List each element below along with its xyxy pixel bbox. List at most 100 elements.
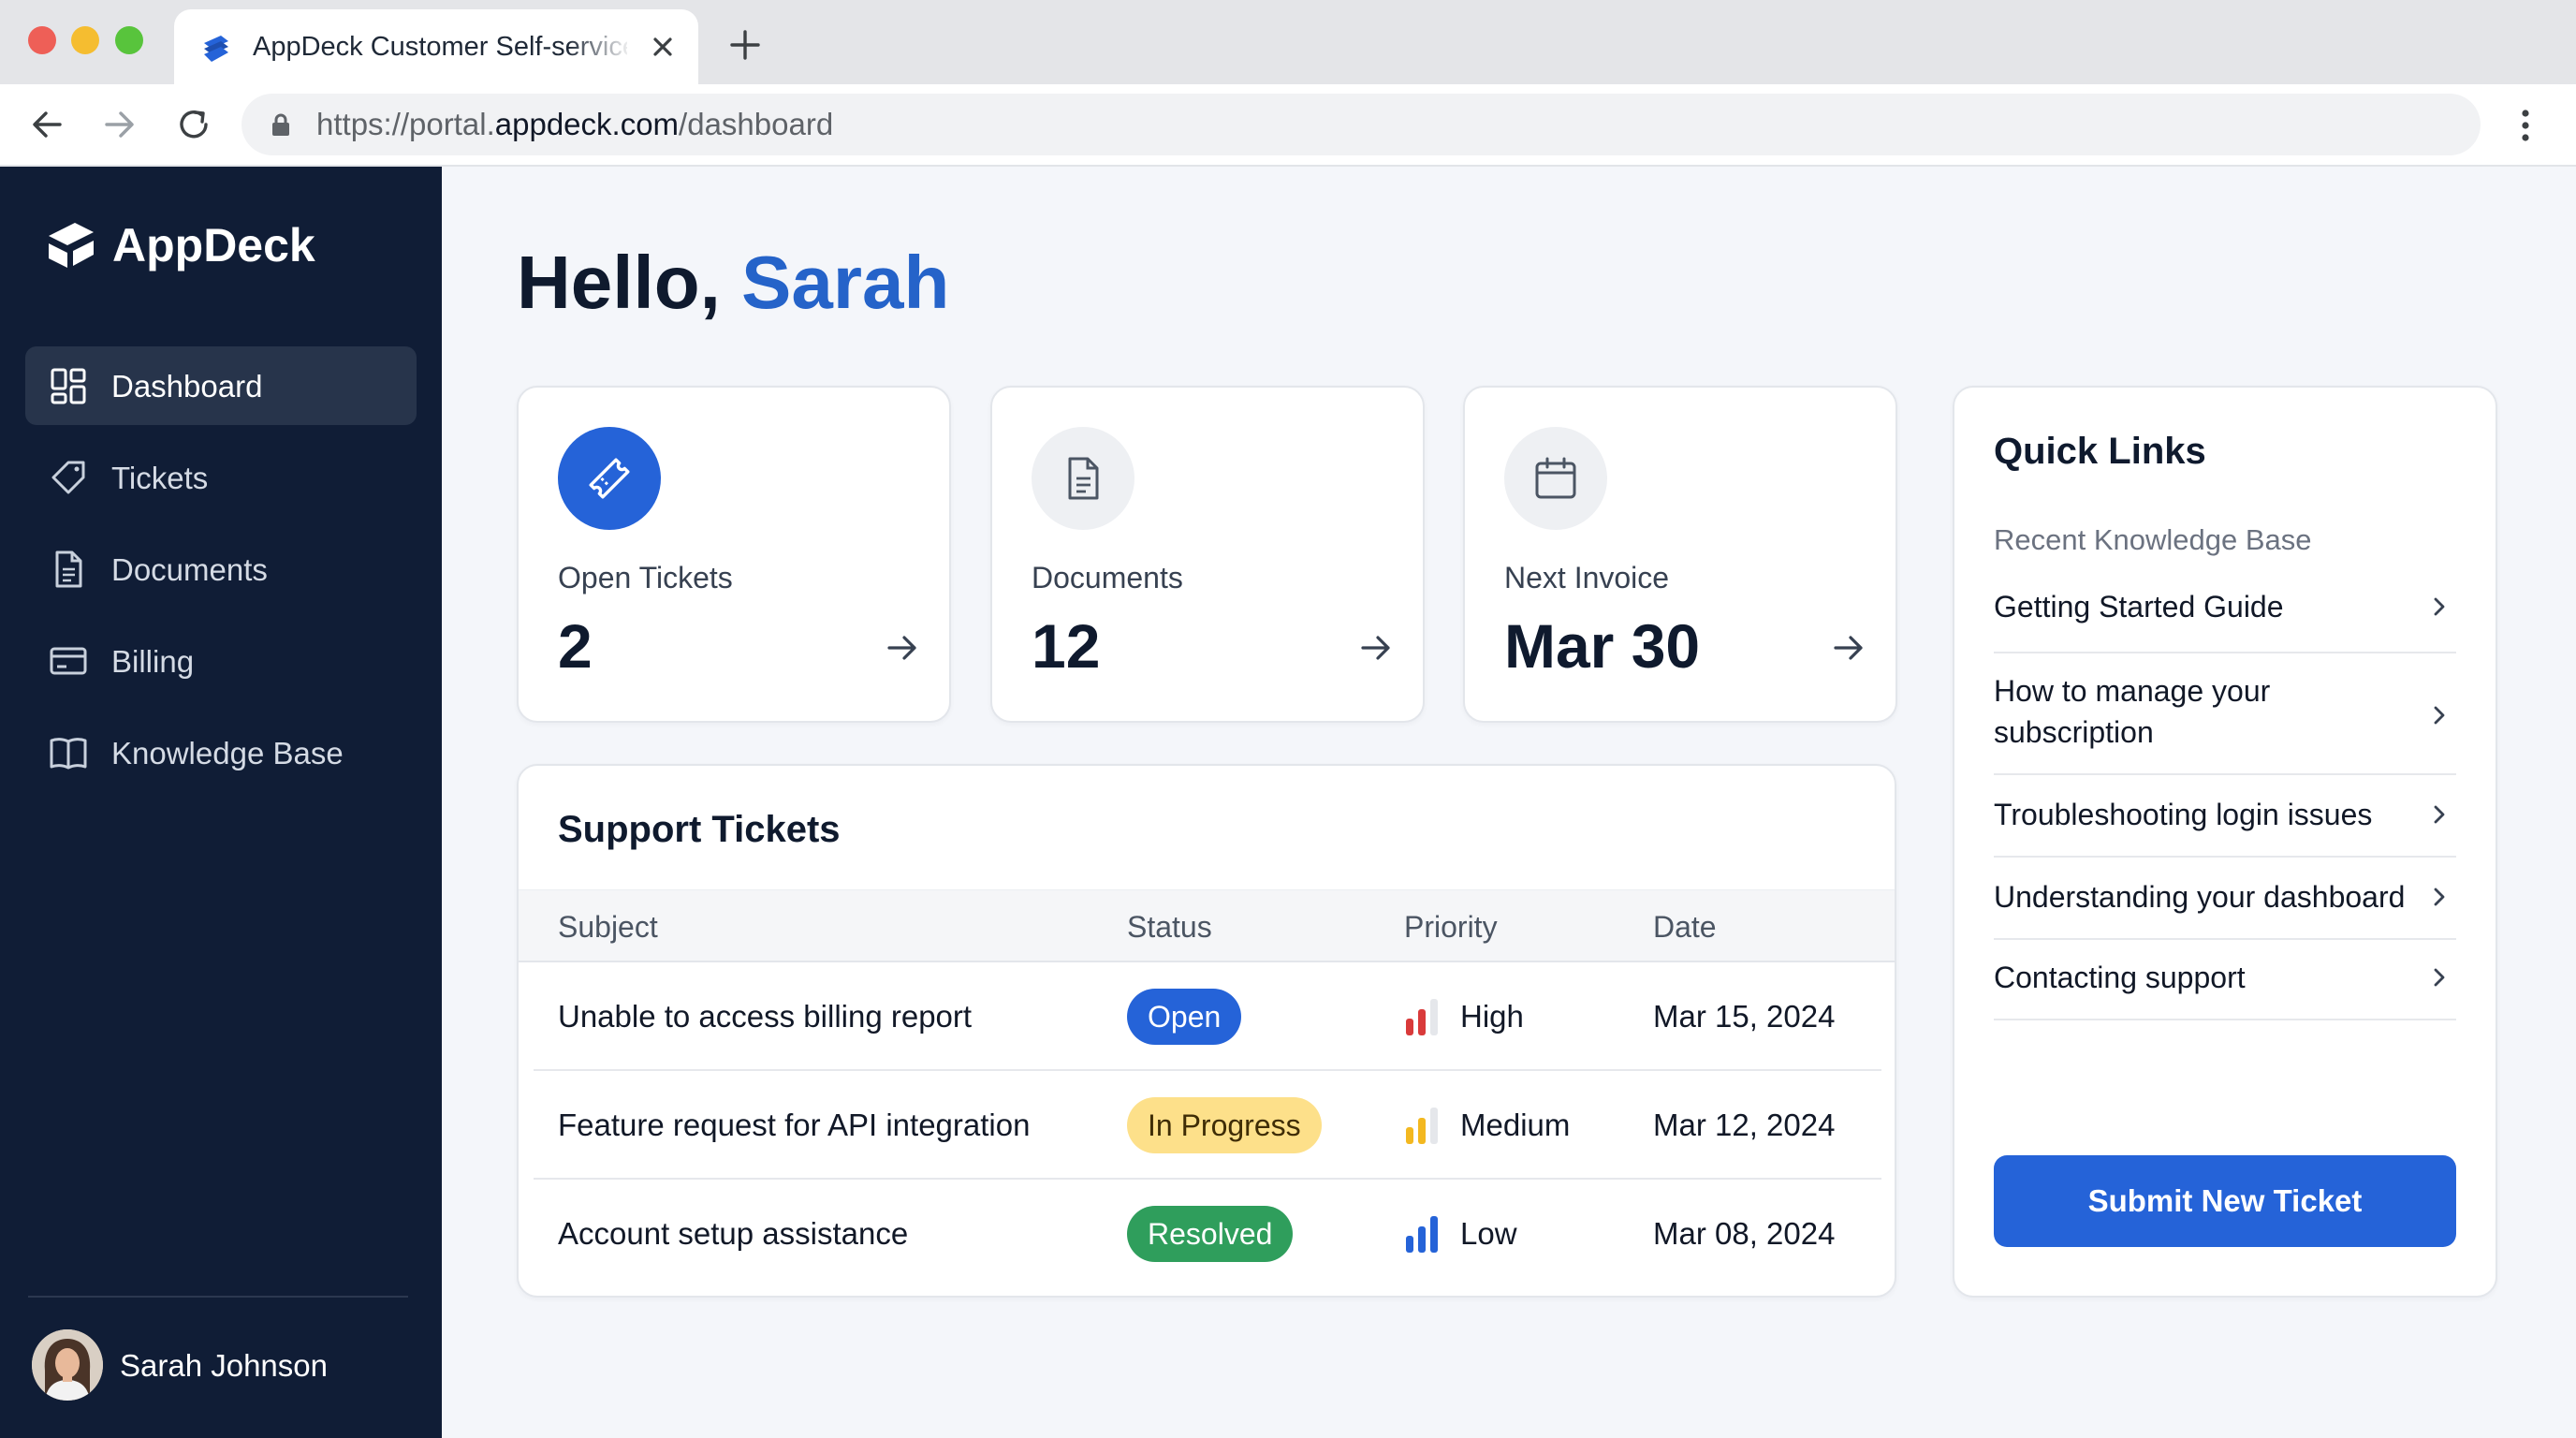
priority-label: Low (1460, 1216, 1517, 1251)
reload-icon[interactable] (172, 103, 215, 146)
sidebar-item-label: Dashboard (111, 369, 263, 404)
browser-tab[interactable]: AppDeck Customer Self-service Portal (174, 9, 698, 84)
open-tickets-card[interactable]: Open Tickets 2 (517, 386, 951, 723)
chevron-right-icon (2434, 968, 2445, 987)
priority-low-icon (1406, 1216, 1438, 1253)
priority-medium-icon (1406, 1108, 1438, 1144)
sidebar-item-knowledge-base[interactable]: Knowledge Base (25, 713, 417, 792)
column-header-subject[interactable]: Subject (558, 909, 658, 945)
quick-link-label: Understanding your dashboard (1994, 880, 2406, 914)
back-arrow-icon[interactable] (26, 103, 69, 146)
ticket-subject[interactable]: Unable to access billing report (558, 998, 972, 1035)
stat-value: Mar 30 (1504, 611, 1701, 681)
stat-label: Open Tickets (558, 561, 733, 594)
credit-card-icon (50, 647, 87, 675)
table-header: Subject Status Priority Date (519, 889, 1895, 962)
table-row[interactable]: Feature request for API integration In P… (534, 1071, 1881, 1180)
user-portrait-icon (32, 1329, 103, 1401)
window-zoom-button[interactable] (115, 26, 143, 54)
section-title: Quick Links (1994, 431, 2206, 472)
address-bar[interactable]: https://portal.appdeck.com/dashboard (242, 94, 2481, 155)
column-header-priority[interactable]: Priority (1404, 909, 1498, 945)
tab-close-icon[interactable] (646, 30, 680, 64)
dashboard-grid-icon (51, 368, 86, 404)
stat-icon-badge (1032, 427, 1134, 530)
browser-menu-icon[interactable] (2509, 105, 2542, 146)
chevron-right-icon (2434, 805, 2445, 824)
sidebar-item-documents[interactable]: Documents (25, 530, 417, 609)
avatar[interactable] (32, 1329, 103, 1401)
sidebar-divider (28, 1296, 408, 1298)
stat-label: Next Invoice (1504, 561, 1670, 594)
table-row[interactable]: Account setup assistance Resolved Low Ma… (534, 1180, 1881, 1288)
stat-value: 2 (558, 611, 593, 681)
stat-icon-badge (558, 427, 661, 530)
chevron-right-icon (2434, 706, 2445, 725)
priority-label: High (1460, 999, 1524, 1034)
new-tab-plus-icon[interactable] (726, 26, 764, 64)
section-subtitle: Recent Knowledge Base (1994, 523, 2312, 556)
sidebar-item-label: Knowledge Base (111, 736, 344, 770)
section-title: Support Tickets (558, 809, 841, 850)
ticket-subject[interactable]: Feature request for API integration (558, 1107, 1030, 1144)
sidebar: AppDeck Dashboard Tickets Documents Bill… (0, 167, 442, 1438)
status-badge: Open (1127, 989, 1242, 1045)
next-invoice-card[interactable]: Next Invoice Mar 30 (1463, 386, 1897, 723)
support-tickets-card: Support Tickets Subject Status Priority … (517, 764, 1896, 1298)
stat-icon-badge (1504, 427, 1607, 530)
status-badge: In Progress (1127, 1097, 1322, 1153)
submit-new-ticket-button[interactable]: Submit New Ticket (1994, 1155, 2456, 1247)
documents-card[interactable]: Documents 12 (990, 386, 1425, 723)
sidebar-item-billing[interactable]: Billing (25, 622, 417, 700)
browser-toolbar: https://portal.appdeck.com/dashboard (0, 84, 2576, 167)
quick-link-item[interactable]: Understanding your dashboard (1994, 858, 2456, 940)
page-title: Hello, Sarah (517, 241, 950, 324)
stat-label: Documents (1032, 561, 1183, 594)
sidebar-item-label: Documents (111, 552, 268, 587)
document-icon (1068, 457, 1099, 500)
quick-links-card: Quick Links Recent Knowledge Base Gettin… (1953, 386, 2497, 1298)
browser-tab-strip: AppDeck Customer Self-service Portal (0, 0, 2576, 84)
book-icon (50, 738, 87, 770)
forward-arrow-icon[interactable] (97, 103, 140, 146)
table-row[interactable]: Unable to access billing report Open Hig… (534, 962, 1881, 1071)
document-icon (55, 550, 82, 588)
appdeck-logo-icon (49, 223, 94, 268)
quick-link-item[interactable]: Contacting support (1994, 940, 2456, 1020)
user-name: Sarah Johnson (120, 1348, 328, 1383)
quick-link-item[interactable]: How to manage your subscription (1994, 653, 2456, 775)
quick-link-label: How to manage your subscription (1994, 674, 2271, 749)
ticket-icon (589, 458, 630, 499)
column-header-date[interactable]: Date (1653, 909, 1717, 945)
sidebar-item-label: Tickets (111, 461, 209, 495)
ticket-date: Mar 15, 2024 (1653, 999, 1836, 1034)
priority-high-icon (1406, 999, 1438, 1035)
ticket-date: Mar 08, 2024 (1653, 1216, 1836, 1251)
quick-link-label: Contacting support (1994, 961, 2246, 994)
stat-value: 12 (1032, 611, 1101, 681)
quick-link-label: Getting Started Guide (1994, 590, 2284, 624)
ticket-subject[interactable]: Account setup assistance (558, 1215, 908, 1253)
arrow-right-icon[interactable] (1357, 629, 1395, 667)
ticket-icon (51, 461, 85, 494)
sidebar-item-dashboard[interactable]: Dashboard (25, 346, 417, 425)
tab-title-fade (567, 28, 633, 67)
sidebar-item-tickets[interactable]: Tickets (25, 438, 417, 517)
window-minimize-button[interactable] (71, 26, 99, 54)
priority-label: Medium (1460, 1108, 1571, 1142)
window-close-button[interactable] (28, 26, 56, 54)
lock-icon (272, 113, 289, 136)
quick-link-label: Troubleshooting login issues (1994, 798, 2373, 831)
chevron-right-icon (2434, 888, 2445, 906)
quick-link-item[interactable]: Troubleshooting login issues (1994, 775, 2456, 858)
brand-name: AppDeck (112, 219, 315, 271)
column-header-status[interactable]: Status (1127, 909, 1212, 945)
arrow-right-icon[interactable] (884, 629, 921, 667)
arrow-right-icon[interactable] (1830, 629, 1867, 667)
appdeck-favicon-icon (204, 36, 228, 62)
ticket-date: Mar 12, 2024 (1653, 1108, 1836, 1142)
status-badge: Resolved (1127, 1206, 1294, 1262)
calendar-icon (1535, 457, 1576, 499)
url-text: https://portal.appdeck.com/dashboard (316, 107, 834, 141)
quick-link-item[interactable]: Getting Started Guide (1994, 569, 2456, 653)
